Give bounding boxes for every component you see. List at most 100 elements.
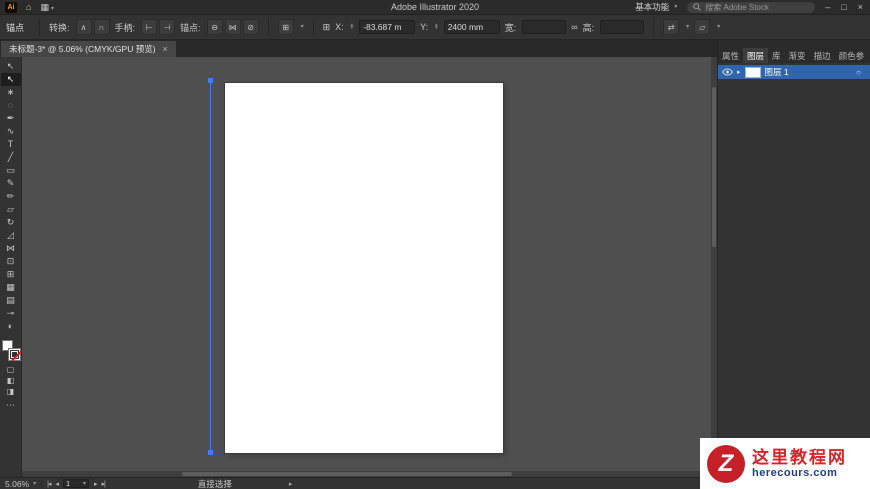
blend-tool[interactable]: ◐ <box>1 320 21 333</box>
eyedropper-tool[interactable]: ⊸ <box>1 307 21 320</box>
curvature-tool[interactable]: ∿ <box>1 125 21 138</box>
width-tool[interactable]: ⋈ <box>1 242 21 255</box>
titlebar: Ai ⌂ ▦ ▾ Adobe Illustrator 2020 基本功能 ▾ 搜索… <box>0 0 870 15</box>
watermark: Z 这里教程网 herecours.com <box>700 438 870 489</box>
paintbrush-tool[interactable]: ✎ <box>1 177 21 190</box>
arrange-documents-button[interactable]: ▦ ▾ <box>40 1 54 12</box>
handles-show-button[interactable]: ⊢ <box>141 19 158 35</box>
x-input[interactable]: -83.687 m <box>359 20 416 34</box>
mesh-tool[interactable]: ▦ <box>1 281 21 294</box>
shape-builder-tool[interactable]: ⊞ <box>1 268 21 281</box>
anchor-point-top[interactable] <box>208 78 213 83</box>
height-input[interactable] <box>600 20 645 34</box>
convert-smooth-button[interactable]: ∩ <box>93 19 110 35</box>
grid-options-button[interactable]: ⊞ <box>277 19 294 35</box>
scale-tool[interactable]: ◿ <box>1 229 21 242</box>
y-input[interactable]: 2400 mm <box>443 20 500 34</box>
draw-behind-button[interactable]: ◧ <box>1 375 21 386</box>
anchor-cut-button[interactable]: ⊘ <box>242 19 259 35</box>
horizontal-scrollbar-thumb[interactable] <box>182 472 512 476</box>
edit-toolbar-button[interactable]: ⋯ <box>6 400 15 411</box>
home-icon[interactable]: ⌂ <box>26 2 31 12</box>
selection-tool[interactable]: ↖ <box>1 60 21 73</box>
last-artboard-button[interactable]: ▸| <box>102 480 106 488</box>
visibility-eye-icon[interactable] <box>721 68 733 76</box>
tab-properties[interactable]: 属性 <box>718 48 743 63</box>
rotate-tool[interactable]: ↻ <box>1 216 21 229</box>
rectangle-tool[interactable]: ▭ <box>1 164 21 177</box>
magic-wand-tool[interactable]: ∗ <box>1 86 21 99</box>
layer-row[interactable]: ▸ 图层 1 ○ <box>718 65 870 79</box>
free-transform-tool[interactable]: ⊡ <box>1 255 21 268</box>
workspace-switcher-button[interactable]: 基本功能 ▾ <box>635 1 677 13</box>
separator <box>312 18 314 36</box>
width-label: 宽: <box>504 22 517 33</box>
artboard-number-field[interactable]: 1 ▾ <box>62 479 89 488</box>
document-tab[interactable]: 未标题-3* @ 5.06% (CMYK/GPU 预览) × <box>1 41 176 57</box>
status-flyout-icon[interactable]: ▸ <box>289 480 293 488</box>
tab-gradient[interactable]: 渐变 <box>785 48 810 63</box>
constrain-proportions-icon[interactable]: ∞ <box>571 22 577 32</box>
convert-corner-button[interactable]: ∧ <box>75 19 92 35</box>
anchor-delete-button[interactable]: ⊖ <box>206 19 223 35</box>
line-segment-tool[interactable]: ╱ <box>1 151 21 164</box>
shape-properties-button[interactable]: ▱ <box>694 19 711 35</box>
draw-normal-button[interactable]: ▢ <box>1 364 21 375</box>
gradient-tool[interactable]: ▤ <box>1 294 21 307</box>
tab-layers[interactable]: 图层 <box>743 48 769 63</box>
zoom-select[interactable]: 5.06% ▾ <box>5 479 36 489</box>
separator <box>41 479 43 488</box>
y-stepper[interactable]: ▴ ▾ <box>435 23 438 31</box>
close-tab-icon[interactable]: × <box>163 44 168 54</box>
close-button[interactable]: × <box>858 2 863 12</box>
arrange-documents-icon: ▦ <box>40 1 49 12</box>
anchor-point-bottom[interactable] <box>208 450 213 455</box>
width-input[interactable] <box>522 20 567 34</box>
convert-label: 转换: <box>49 22 70 33</box>
watermark-logo-letter: Z <box>718 449 734 477</box>
lasso-tool[interactable]: ◌ <box>1 99 21 112</box>
tab-color-guide[interactable]: 颜色参 <box>835 48 869 63</box>
handles-hide-button[interactable]: ⊣ <box>159 19 176 35</box>
selected-path[interactable] <box>210 80 211 452</box>
minimize-button[interactable]: – <box>825 2 830 12</box>
spinner-down-icon[interactable]: ▾ <box>351 26 354 31</box>
anchor-connect-button[interactable]: ⋈ <box>224 19 241 35</box>
vertical-scrollbar-thumb[interactable] <box>712 87 716 247</box>
draw-inside-button[interactable]: ◨ <box>1 386 21 397</box>
type-tool[interactable]: T <box>1 138 21 151</box>
fill-stroke-swatches[interactable] <box>1 340 22 361</box>
layer-expand-icon[interactable]: ▸ <box>737 68 741 76</box>
tool-list: ↖ ↖ ∗ ◌ ✒ ∿ T ╱ ▭ ✎ ✏ ▱ ↻ ◿ ⋈ ⊡ ⊞ ▦ ▤ ⊸ ◐ <box>0 60 21 333</box>
spinner-down-icon[interactable]: ▾ <box>435 26 438 31</box>
x-stepper[interactable]: ▴ ▾ <box>351 23 354 31</box>
direct-selection-tool[interactable]: ↖ <box>0 73 21 86</box>
panel-dock: 属性 图层库渐变 描边 颜色参 ▸ 图层 1 ○ <box>717 40 870 489</box>
illustrator-window: Ai ⌂ ▦ ▾ Adobe Illustrator 2020 基本功能 ▾ 搜索… <box>0 0 870 489</box>
horizontal-scrollbar[interactable] <box>22 471 717 477</box>
shaper-tool[interactable]: ✏ <box>1 190 21 203</box>
layers-panel: ▸ 图层 1 ○ <box>718 63 870 489</box>
artboard[interactable] <box>225 83 503 453</box>
eraser-tool[interactable]: ▱ <box>1 203 21 216</box>
zoom-value: 5.06% <box>5 478 30 489</box>
transform-menu-button[interactable]: ⇄ <box>663 19 680 35</box>
restore-button[interactable]: □ <box>841 2 846 12</box>
layer-thumbnail[interactable] <box>744 66 761 78</box>
reference-point-icon[interactable]: ⊞ <box>323 22 331 32</box>
tab-libraries[interactable]: 库 <box>768 48 785 63</box>
first-artboard-button[interactable]: |◂ <box>47 480 51 488</box>
anchors-label: 锚点: <box>180 22 201 33</box>
stroke-swatch[interactable] <box>7 348 22 361</box>
layer-name[interactable]: 图层 1 <box>765 66 853 78</box>
search-input[interactable]: 搜索 Adobe Stock <box>687 1 816 13</box>
next-artboard-button[interactable]: ▸ <box>94 480 97 488</box>
chevron-down-icon: ▾ <box>33 480 37 487</box>
none-slash-icon <box>10 350 22 361</box>
vertical-scrollbar[interactable] <box>711 57 717 471</box>
canvas[interactable] <box>22 57 717 477</box>
layer-target-icon[interactable]: ○ <box>856 68 861 77</box>
tab-stroke[interactable]: 描边 <box>810 48 835 63</box>
previous-artboard-button[interactable]: ◂ <box>55 480 58 488</box>
pen-tool[interactable]: ✒ <box>1 112 21 125</box>
